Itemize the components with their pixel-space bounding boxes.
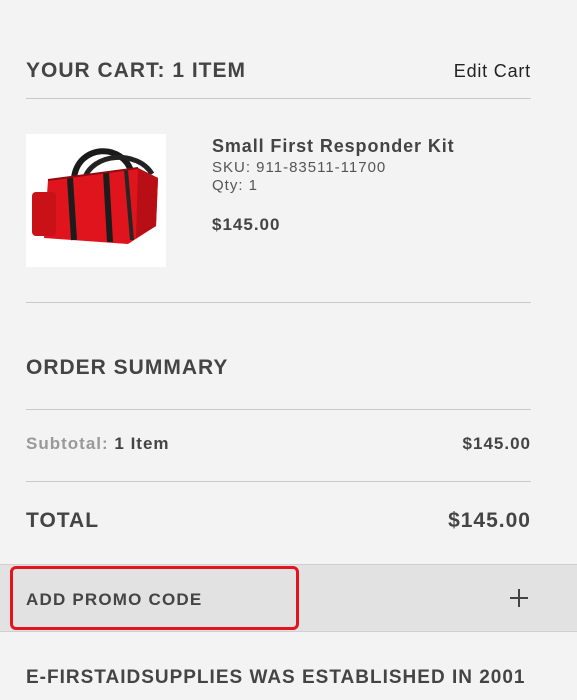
product-price: $145.00 (212, 215, 281, 234)
cart-title: YOUR CART: 1 ITEM (26, 59, 247, 82)
edit-cart-link[interactable]: Edit Cart (454, 61, 531, 82)
product-quantity: Qty: 1 (212, 177, 259, 194)
about-heading: E-FIRSTAIDSUPPLIES WAS ESTABLISHED IN 20… (26, 667, 526, 688)
order-summary-title: ORDER SUMMARY (26, 356, 229, 379)
product-sku: SKU: 911-83511-11700 (212, 159, 387, 176)
subtotal-item-count: 1 Item (114, 434, 170, 453)
total-label: TOTAL (26, 509, 100, 532)
cart-header: YOUR CART: 1 ITEM Edit Cart (26, 56, 531, 86)
divider (26, 409, 531, 410)
subtotal-row: Subtotal: 1 Item $145.00 (26, 434, 531, 454)
plus-icon[interactable] (507, 586, 531, 610)
product-image[interactable] (26, 134, 166, 267)
divider (26, 98, 531, 99)
cart-page: YOUR CART: 1 ITEM Edit Cart Small First … (0, 0, 577, 700)
promo-code-label[interactable]: ADD PROMO CODE (26, 590, 202, 610)
product-info: Small First Responder Kit SKU: 911-83511… (212, 136, 532, 235)
divider (26, 302, 531, 303)
subtotal-value: $145.00 (462, 434, 531, 453)
subtotal-label-group: Subtotal: 1 Item (26, 434, 170, 454)
divider (26, 481, 531, 482)
red-bag-image (32, 148, 158, 244)
subtotal-label: Subtotal: (26, 434, 109, 453)
product-name[interactable]: Small First Responder Kit (212, 136, 532, 157)
total-row: TOTAL $145.00 (26, 509, 531, 533)
total-value: $145.00 (448, 509, 531, 532)
